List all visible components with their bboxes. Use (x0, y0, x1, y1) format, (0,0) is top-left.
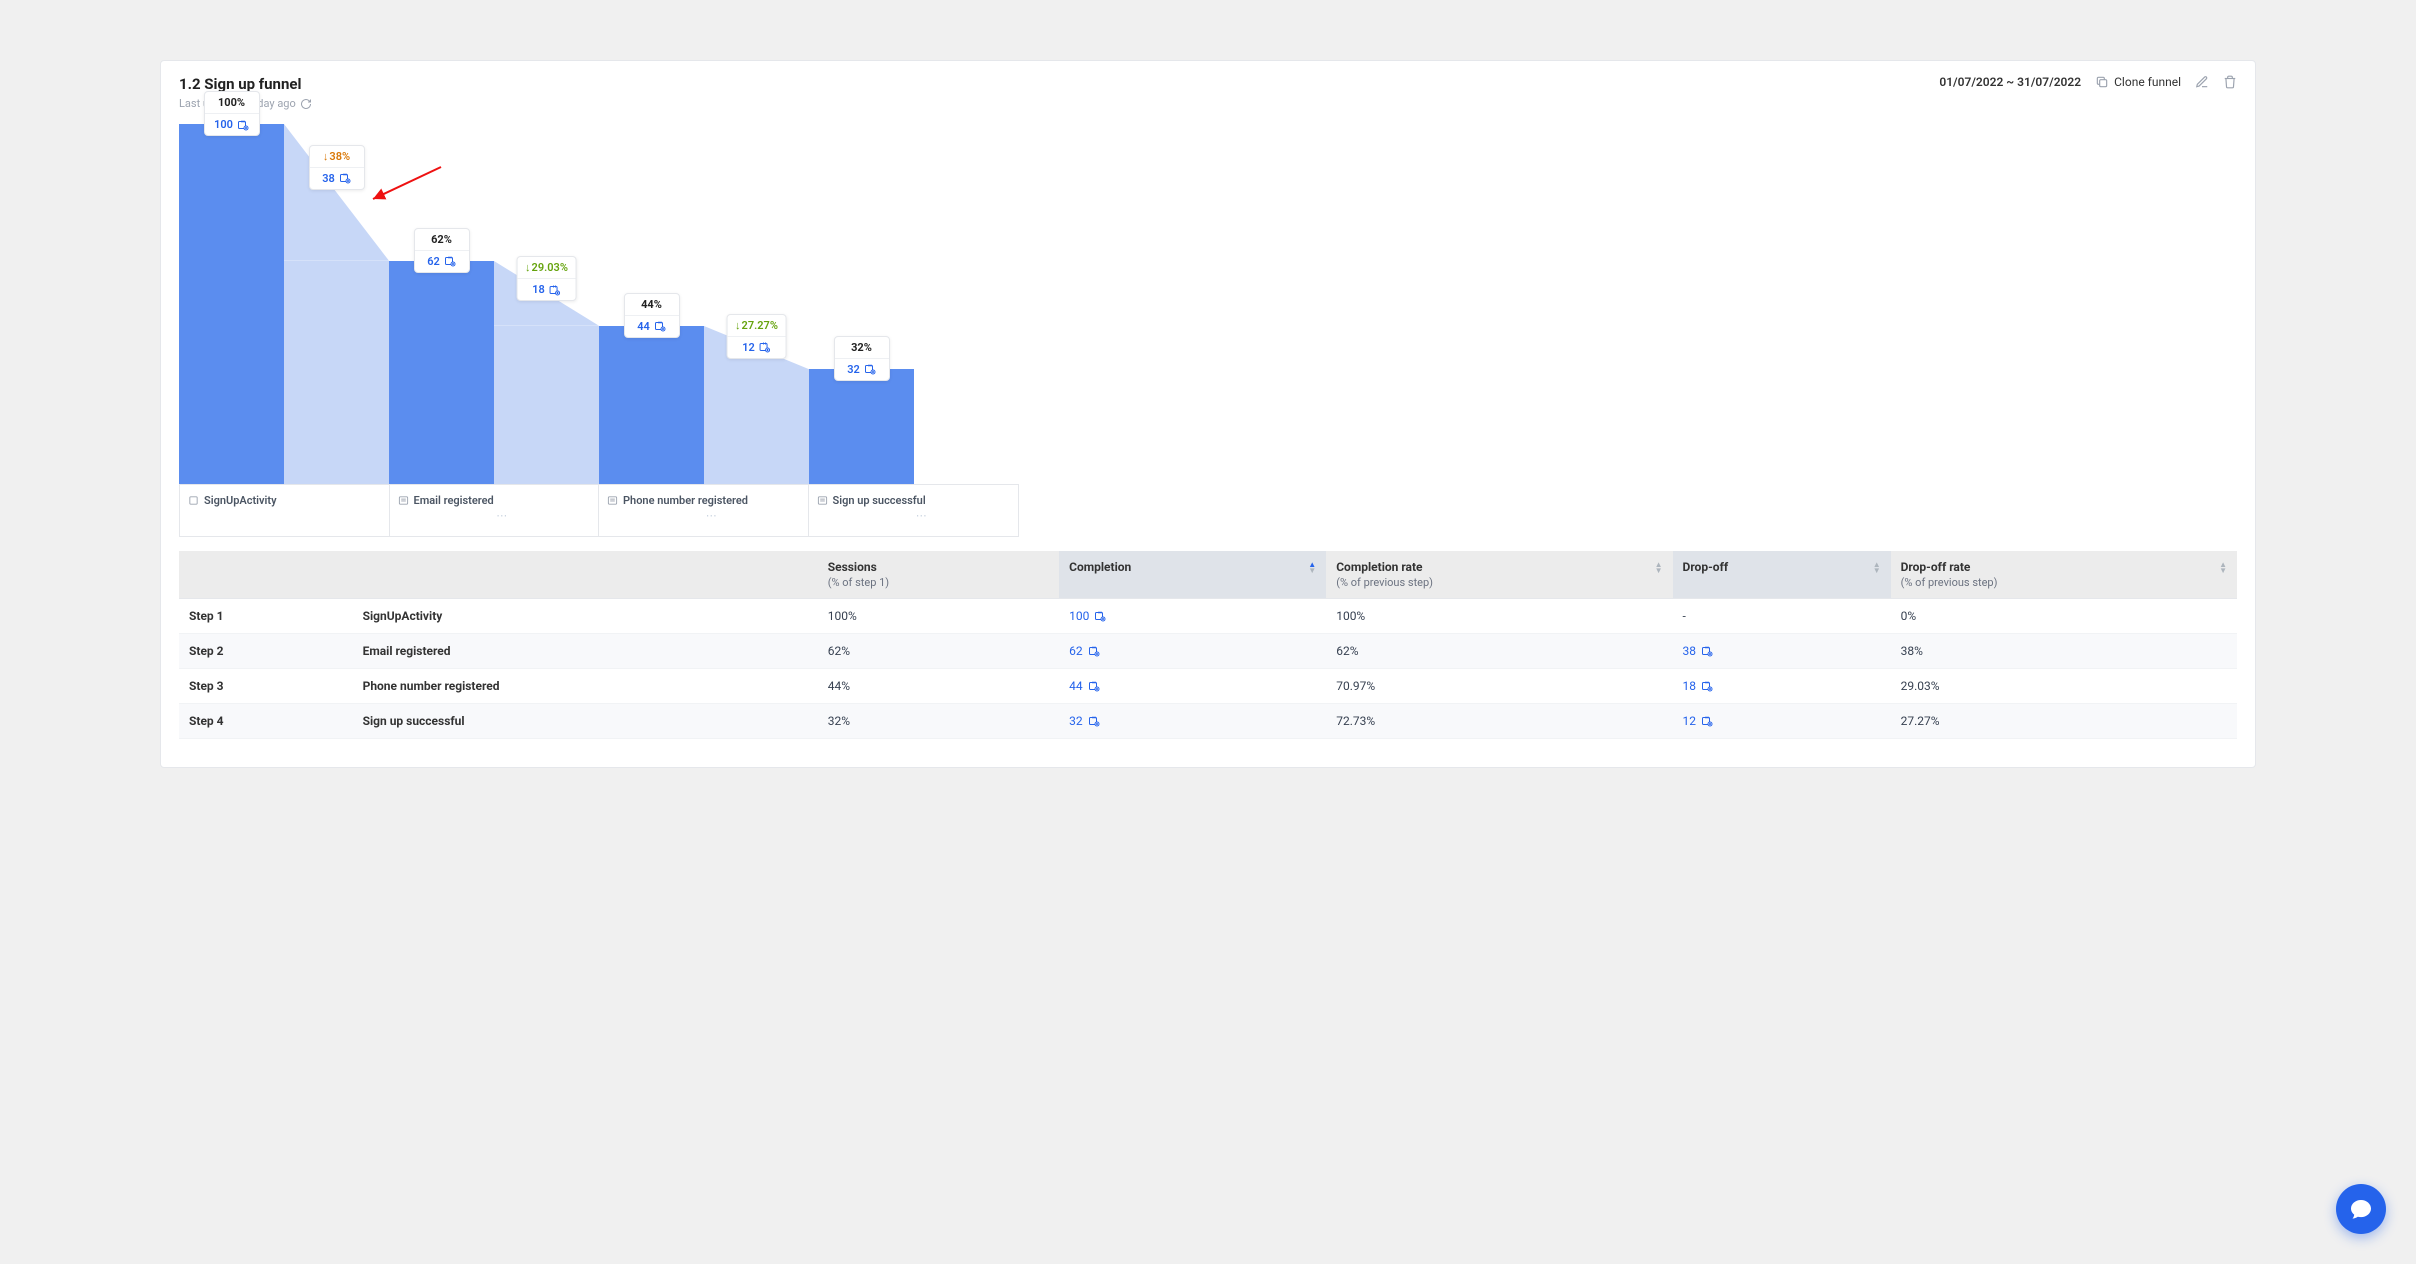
filter-icon[interactable] (1088, 680, 1100, 692)
step-name: Phone number registered (353, 669, 818, 704)
funnel-table-wrap: Sessions (% of step 1) Completion ▲▼ Com… (161, 537, 2255, 767)
filter-icon[interactable] (1701, 680, 1713, 692)
dropoff-rate-cell: 0% (1891, 599, 2237, 634)
funnel-step-label[interactable]: Sign up successful⋯ (809, 485, 1019, 536)
filter-icon[interactable] (1088, 715, 1100, 727)
dropoff-rate-cell: 29.03% (1891, 669, 2237, 704)
funnel-card: 1.2 Sign up funnel Last updated: 1 day a… (160, 60, 2256, 768)
edit-icon[interactable] (2195, 75, 2209, 89)
filter-icon[interactable] (1701, 715, 1713, 727)
sort-icon[interactable]: ▲▼ (2219, 562, 2227, 574)
drop-count[interactable]: 18 (525, 283, 568, 296)
completion-link[interactable]: 44 (1069, 679, 1100, 693)
ellipsis-icon: ⋯ (414, 509, 591, 522)
completion-link[interactable]: 100 (1069, 609, 1106, 623)
bar-count[interactable]: 100 (213, 118, 251, 131)
ellipsis-icon: ⋯ (833, 509, 1011, 522)
dropoff-link[interactable]: 12 (1683, 714, 1714, 728)
dropoff-link[interactable]: 18 (1683, 679, 1714, 693)
completion-link[interactable]: 62 (1069, 644, 1100, 658)
card-header: 1.2 Sign up funnel Last updated: 1 day a… (161, 61, 2255, 118)
sort-icon[interactable]: ▲▼ (1873, 562, 1881, 574)
funnel-chart: 100%100 ↓38%38 62%62 ↓29.03%18 44%44 ↓27… (161, 118, 2255, 537)
col-step (179, 551, 818, 599)
drop-count[interactable]: 38 (318, 172, 356, 185)
bar-count[interactable]: 44 (633, 320, 671, 333)
table-row: Step 4Sign up successful32% 32 72.73% 12 2… (179, 704, 2237, 739)
col-dropoff[interactable]: Drop-off ▲▼ (1673, 551, 1891, 599)
dropoff-link[interactable]: 38 (1683, 644, 1714, 658)
chat-widget-button[interactable] (2336, 1184, 2386, 1234)
completion-rate-cell: 100% (1326, 599, 1672, 634)
step-number: Step 3 (179, 669, 353, 704)
step-name: Sign up successful (353, 704, 818, 739)
funnel-step-label[interactable]: SignUpActivity (180, 485, 390, 536)
clone-funnel-button[interactable]: Clone funnel (2095, 75, 2181, 89)
funnel-table: Sessions (% of step 1) Completion ▲▼ Com… (179, 551, 2237, 739)
date-range[interactable]: 01/07/2022 ~ 31/07/2022 (1939, 75, 2081, 89)
sessions-cell: 100% (818, 599, 1059, 634)
sessions-cell: 32% (818, 704, 1059, 739)
filter-icon[interactable] (1088, 645, 1100, 657)
col-sessions[interactable]: Sessions (% of step 1) (818, 551, 1059, 599)
event-icon (607, 495, 618, 506)
table-row: Step 2Email registered62%62 62%38 38% (179, 634, 2237, 669)
refresh-icon[interactable] (300, 98, 312, 110)
bar-percent: 44% (633, 298, 671, 311)
step-number: Step 1 (179, 599, 353, 634)
drop-count[interactable]: 12 (735, 341, 778, 354)
drop-percent: ↓38% (318, 150, 356, 163)
event-icon (817, 495, 828, 506)
filter-icon[interactable] (444, 255, 456, 267)
event-icon (398, 495, 409, 506)
completion-rate-cell: 72.73% (1326, 704, 1672, 739)
filter-icon[interactable] (549, 284, 561, 296)
dropoff-rate-cell: 27.27% (1891, 704, 2237, 739)
table-row: Step 3Phone number registered44% 44 70.97… (179, 669, 2237, 704)
step-number: Step 2 (179, 634, 353, 669)
filter-icon[interactable] (864, 363, 876, 375)
bar-percent: 100% (213, 96, 251, 109)
filter-icon[interactable] (1094, 610, 1106, 622)
step-number: Step 4 (179, 704, 353, 739)
col-completion[interactable]: Completion ▲▼ (1059, 551, 1326, 599)
completion-rate-cell: 70.97% (1326, 669, 1672, 704)
delete-icon[interactable] (2223, 75, 2237, 89)
col-dropoff-rate[interactable]: Drop-off rate ▲▼ (% of previous step) (1891, 551, 2237, 599)
funnel-x-axis: SignUpActivityEmail registered⋯Phone num… (179, 484, 1019, 537)
funnel-step-label[interactable]: Phone number registered⋯ (599, 485, 809, 536)
bar-percent: 62% (423, 233, 461, 246)
bar-count[interactable]: 62 (423, 255, 461, 268)
filter-icon[interactable] (237, 119, 249, 131)
filter-icon[interactable] (1701, 645, 1713, 657)
dropoff-rate-cell: 38% (1891, 634, 2237, 669)
filter-icon[interactable] (339, 172, 351, 184)
col-completion-rate[interactable]: Completion rate ▲▼ (% of previous step) (1326, 551, 1672, 599)
completion-rate-cell: 62% (1326, 634, 1672, 669)
drop-percent: ↓27.27% (735, 319, 778, 332)
step-name: Email registered (353, 634, 818, 669)
filter-icon[interactable] (654, 320, 666, 332)
sessions-cell: 44% (818, 669, 1059, 704)
filter-icon[interactable] (759, 341, 771, 353)
bar-percent: 32% (843, 341, 881, 354)
funnel-step-label[interactable]: Email registered⋯ (390, 485, 600, 536)
sessions-cell: 62% (818, 634, 1059, 669)
activity-icon (188, 495, 199, 506)
sort-icon[interactable]: ▲▼ (1655, 562, 1663, 574)
drop-percent: ↓29.03% (525, 261, 568, 274)
ellipsis-icon: ⋯ (623, 509, 800, 522)
step-name: SignUpActivity (353, 599, 818, 634)
table-row: Step 1SignUpActivity100%100 100%-0% (179, 599, 2237, 634)
sort-icon[interactable]: ▲▼ (1308, 562, 1316, 574)
completion-link[interactable]: 32 (1069, 714, 1100, 728)
bar-count[interactable]: 32 (843, 363, 881, 376)
